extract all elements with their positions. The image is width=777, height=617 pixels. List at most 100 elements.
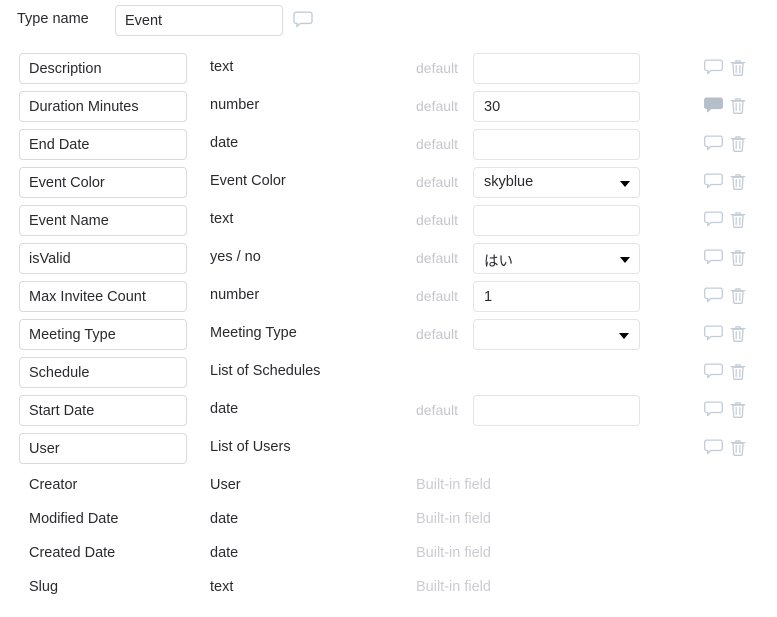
builtin-field-name: Modified Date xyxy=(29,511,119,527)
builtin-field-name: Created Date xyxy=(29,545,116,561)
default-label: default xyxy=(416,174,459,190)
field-type-label: date xyxy=(210,135,239,151)
field-row: text default xyxy=(0,52,777,90)
builtin-field-note: Built-in field xyxy=(416,545,491,561)
builtin-field-note: Built-in field xyxy=(416,579,491,595)
field-row: number default xyxy=(0,280,777,318)
field-type-label: Event Color xyxy=(210,173,286,189)
speech-bubble-outline-icon[interactable] xyxy=(704,325,723,344)
field-row: List of Users xyxy=(0,432,777,470)
builtin-field-row: Created Date date Built-in field xyxy=(0,542,777,576)
speech-bubble-outline-icon[interactable] xyxy=(293,11,313,29)
field-name-input[interactable] xyxy=(19,91,187,122)
caret-down-icon xyxy=(619,333,629,339)
field-default-input[interactable] xyxy=(473,129,640,160)
field-name-input[interactable] xyxy=(19,53,187,84)
field-row: List of Schedules xyxy=(0,356,777,394)
field-default-input[interactable] xyxy=(473,53,640,84)
field-name-input[interactable] xyxy=(19,357,187,388)
field-type-label: List of Schedules xyxy=(210,363,321,379)
default-label: default xyxy=(416,288,459,304)
field-default-select[interactable] xyxy=(473,319,640,350)
field-name-input[interactable] xyxy=(19,281,187,312)
field-default-select[interactable]: はい xyxy=(473,243,640,274)
field-type-label: number xyxy=(210,97,260,113)
speech-bubble-outline-icon[interactable] xyxy=(704,173,723,192)
builtin-field-type: date xyxy=(210,511,239,527)
default-label: default xyxy=(416,250,459,266)
field-type-label: List of Users xyxy=(210,439,291,455)
builtin-field-row: Modified Date date Built-in field xyxy=(0,508,777,542)
field-name-input[interactable] xyxy=(19,167,187,198)
default-label: default xyxy=(416,326,459,342)
builtin-field-name: Creator xyxy=(29,477,78,493)
field-row: yes / no default はい xyxy=(0,242,777,280)
field-row: date default xyxy=(0,128,777,166)
speech-bubble-outline-icon[interactable] xyxy=(704,401,723,420)
trash-icon[interactable] xyxy=(730,135,746,154)
builtin-field-type: text xyxy=(210,579,234,595)
field-row: date default xyxy=(0,394,777,432)
default-label: default xyxy=(416,136,459,152)
trash-icon[interactable] xyxy=(730,211,746,230)
speech-bubble-outline-icon[interactable] xyxy=(704,135,723,154)
speech-bubble-filled-icon[interactable] xyxy=(704,97,723,116)
default-label: default xyxy=(416,212,459,228)
speech-bubble-outline-icon[interactable] xyxy=(704,439,723,458)
field-default-select[interactable]: skyblue xyxy=(473,167,640,198)
builtin-field-name: Slug xyxy=(29,579,59,595)
field-name-input[interactable] xyxy=(19,433,187,464)
speech-bubble-outline-icon[interactable] xyxy=(704,211,723,230)
builtin-field-note: Built-in field xyxy=(416,477,491,493)
builtin-fields-list: Creator User Built-in field Modified Date da… xyxy=(0,474,777,610)
trash-icon[interactable] xyxy=(730,325,746,344)
speech-bubble-outline-icon[interactable] xyxy=(704,59,723,78)
trash-icon[interactable] xyxy=(730,173,746,192)
field-default-select-value: はい xyxy=(484,254,513,270)
caret-down-icon xyxy=(620,257,630,263)
field-name-input[interactable] xyxy=(19,319,187,350)
caret-down-icon xyxy=(620,181,630,187)
field-name-input[interactable] xyxy=(19,395,187,426)
field-default-input[interactable] xyxy=(473,395,640,426)
field-default-input[interactable] xyxy=(473,91,640,122)
field-type-label: date xyxy=(210,401,239,417)
trash-icon[interactable] xyxy=(730,287,746,306)
type-name-label: Type name xyxy=(17,11,89,27)
trash-icon[interactable] xyxy=(730,363,746,382)
default-label: default xyxy=(416,60,459,76)
field-type-label: Meeting Type xyxy=(210,325,297,341)
trash-icon[interactable] xyxy=(730,439,746,458)
field-default-select-value: skyblue xyxy=(484,174,534,190)
field-default-input[interactable] xyxy=(473,281,640,312)
trash-icon[interactable] xyxy=(730,249,746,268)
builtin-field-row: Creator User Built-in field xyxy=(0,474,777,508)
default-label: default xyxy=(416,98,459,114)
speech-bubble-outline-icon[interactable] xyxy=(704,363,723,382)
speech-bubble-outline-icon[interactable] xyxy=(704,249,723,268)
builtin-field-row: Slug text Built-in field xyxy=(0,576,777,610)
trash-icon[interactable] xyxy=(730,97,746,116)
field-row: Event Color default skyblue xyxy=(0,166,777,204)
field-name-input[interactable] xyxy=(19,129,187,160)
type-name-row: Type name xyxy=(0,0,777,42)
data-type-editor: Type name text default number default date de… xyxy=(0,0,777,617)
field-type-label: number xyxy=(210,287,260,303)
field-name-input[interactable] xyxy=(19,205,187,236)
field-row: Meeting Type default xyxy=(0,318,777,356)
builtin-field-note: Built-in field xyxy=(416,511,491,527)
field-type-label: text xyxy=(210,211,234,227)
custom-fields-list: textdefaultnumberdefaultdatedefaultEvent… xyxy=(0,52,777,470)
builtin-field-type: User xyxy=(210,477,241,493)
field-default-input[interactable] xyxy=(473,205,640,236)
type-name-input[interactable] xyxy=(115,5,283,36)
field-type-label: text xyxy=(210,59,234,75)
field-row: number default xyxy=(0,90,777,128)
trash-icon[interactable] xyxy=(730,59,746,78)
field-type-label: yes / no xyxy=(210,249,261,265)
builtin-field-type: date xyxy=(210,545,239,561)
trash-icon[interactable] xyxy=(730,401,746,420)
default-label: default xyxy=(416,402,459,418)
field-name-input[interactable] xyxy=(19,243,187,274)
speech-bubble-outline-icon[interactable] xyxy=(704,287,723,306)
